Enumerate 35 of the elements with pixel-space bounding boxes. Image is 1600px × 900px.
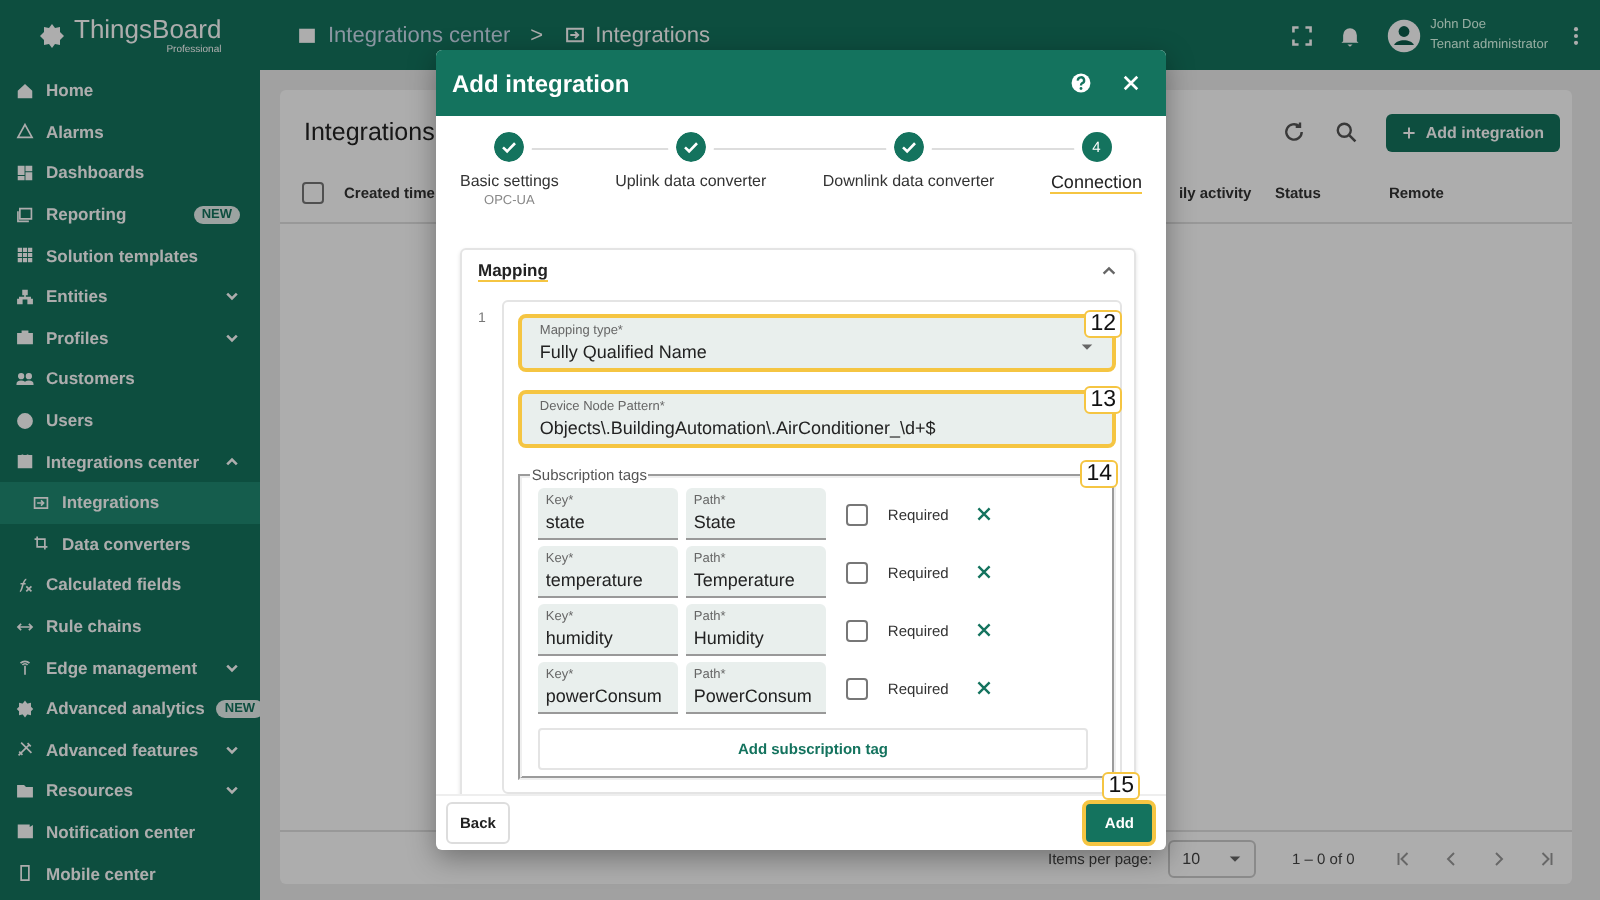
sidebar-item[interactable]: Advanced features (0, 729, 260, 771)
sidebar-item[interactable]: Calculated fields (0, 564, 260, 606)
page-title: Integrations (304, 118, 435, 146)
sidebar-item[interactable]: Solution templates (0, 234, 260, 276)
panel-title[interactable]: Mapping (478, 260, 548, 282)
callout-badge: 15 (1102, 772, 1140, 800)
sidebar-subitem[interactable]: Data converters (0, 523, 260, 565)
sidebar-item[interactable]: Users (0, 399, 260, 441)
breadcrumb-link[interactable]: Integrations (595, 23, 711, 47)
add-integration-button[interactable]: Add integration (1385, 113, 1560, 151)
step-label[interactable]: Connection (1050, 172, 1142, 194)
step-label[interactable]: Downlink data converter (822, 172, 995, 190)
callout-badge: 12 (1084, 310, 1122, 338)
sidebar-item[interactable]: Notification center (0, 811, 260, 853)
page-size-select[interactable]: 10 (1168, 839, 1257, 877)
sidebar-item[interactable]: Home (0, 70, 260, 112)
breadcrumb-separator: > (530, 23, 544, 47)
logo-text: ThingsBoard (74, 15, 222, 43)
sidebar-item[interactable]: Rule chains (0, 605, 260, 647)
sidebar-item[interactable]: Edge management (0, 646, 260, 688)
sidebar-item[interactable]: Alarms (0, 111, 260, 153)
callout-badge: 13 (1084, 386, 1122, 414)
step-label[interactable]: Uplink data converter (615, 172, 767, 190)
callout-badge: 14 (1080, 460, 1118, 488)
sidebar-subitem[interactable]: Integrations (0, 481, 260, 524)
sidebar-item[interactable]: Customers (0, 358, 260, 400)
sidebar-item[interactable]: Profiles (0, 317, 260, 359)
sidebar-item[interactable]: Integrations center (0, 440, 260, 482)
sidebar-item[interactable]: Resources (0, 770, 260, 812)
dialog-title: Add integration (452, 69, 630, 97)
sidebar-item[interactable]: Mobile center (0, 852, 260, 894)
sidebar-item[interactable]: Dashboards (0, 152, 260, 194)
sidebar-item[interactable]: Entities (0, 275, 260, 318)
breadcrumb-link[interactable]: Integrations center (328, 23, 511, 47)
step-label[interactable]: Basic settings (460, 172, 559, 190)
